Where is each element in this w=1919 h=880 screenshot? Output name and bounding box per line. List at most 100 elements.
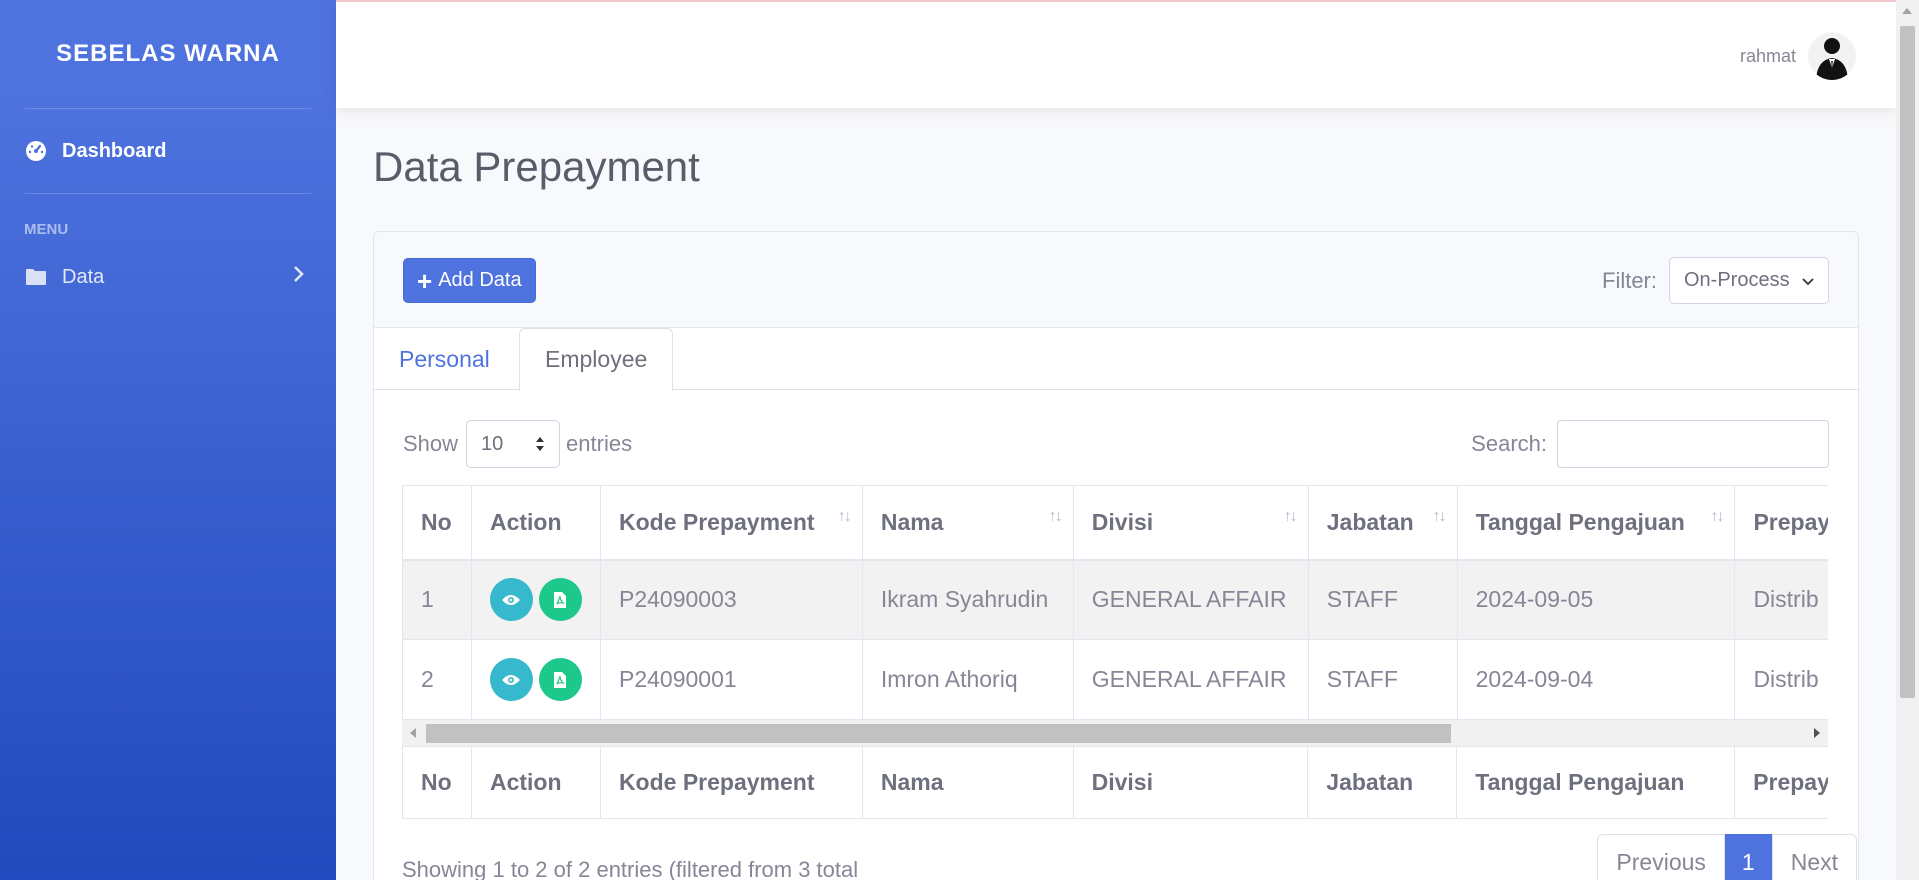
footer-header-divisi: Divisi <box>1072 746 1309 819</box>
next-button[interactable]: Next <box>1771 834 1857 880</box>
cell-kode: P24090001 <box>599 639 863 720</box>
chevron-down-icon <box>1802 269 1814 292</box>
column-header-label: Nama <box>880 508 944 535</box>
cell-nama: Imron Athoriq <box>861 639 1074 720</box>
cell-prepay: Distrib <box>1734 559 1828 640</box>
sidebar-item-label: Dashboard <box>62 139 167 162</box>
pdf-button[interactable] <box>538 658 582 701</box>
scroll-right-arrow-icon[interactable] <box>1814 728 1820 738</box>
column-header-no[interactable]: No <box>402 485 472 561</box>
table-info: Showing 1 to 2 of 2 entries (filtered fr… <box>402 857 859 880</box>
column-header-label: Tanggal Pengajuan <box>1475 508 1685 535</box>
entries-label: entries <box>566 431 633 456</box>
cell-nama: Ikram Syahrudin <box>861 559 1074 640</box>
cell-action <box>470 639 601 720</box>
sort-icon: ↑↓ <box>837 508 852 525</box>
cell-jabatan: STAFF <box>1307 559 1458 640</box>
view-button[interactable] <box>489 658 533 701</box>
file-pdf-icon <box>554 591 567 608</box>
pdf-button[interactable] <box>538 578 582 622</box>
cell-tanggal: 2024-09-04 <box>1456 639 1736 720</box>
prepayment-table: No Action Kode Prepayment ↑↓ Nama ↑↓ Divis… <box>402 485 1828 720</box>
footer-header-jabatan: Jabatan <box>1307 746 1458 819</box>
column-header-kode[interactable]: Kode Prepayment ↑↓ <box>599 485 863 561</box>
view-button[interactable] <box>489 578 533 622</box>
sort-icon: ↑↓ <box>1283 508 1298 525</box>
column-header-label: Divisi <box>1091 508 1154 535</box>
sidebar-heading: MENU <box>24 221 69 238</box>
tachometer-icon <box>24 139 48 163</box>
add-data-button[interactable]: + Add Data <box>403 258 536 303</box>
sidebar-item-dashboard[interactable]: Dashboard <box>0 109 336 193</box>
avatar <box>1808 32 1856 80</box>
footer-header-no: No <box>402 746 472 819</box>
tab-employee[interactable]: Employee <box>519 328 674 391</box>
table-row: 2 P24090001 Imron Athoriq GENERAL AFFAIR… <box>402 639 1828 720</box>
cell-no: 1 <box>402 559 472 640</box>
footer-header-prepay: Prepay <box>1734 746 1828 819</box>
column-header-jabatan[interactable]: Jabatan ↑↓ <box>1307 485 1458 561</box>
search-group: Search: <box>1471 420 1829 468</box>
eye-icon <box>502 594 521 605</box>
user-menu[interactable]: rahmat <box>1740 32 1856 80</box>
column-header-tanggal[interactable]: Tanggal Pengajuan ↑↓ <box>1456 485 1736 561</box>
tab-personal[interactable]: Personal <box>374 328 515 390</box>
sort-icon: ↑↓ <box>1432 508 1447 525</box>
add-data-label: Add Data <box>438 269 522 291</box>
column-header-divisi[interactable]: Divisi ↑↓ <box>1072 485 1309 561</box>
filter-label: Filter: <box>1602 267 1657 293</box>
cell-kode: P24090003 <box>599 559 863 640</box>
column-header-nama[interactable]: Nama ↑↓ <box>861 485 1074 561</box>
scrollbar-thumb[interactable] <box>426 724 1451 743</box>
search-input[interactable] <box>1557 420 1829 468</box>
sort-icon: ↑↓ <box>1048 508 1063 525</box>
scrollbar-thumb[interactable] <box>1900 26 1915 698</box>
cell-no: 2 <box>402 639 472 720</box>
table-header-row: No Action Kode Prepayment ↑↓ Nama ↑↓ Divis… <box>402 485 1828 561</box>
sidebar-item-label: Data <box>62 265 105 288</box>
cell-jabatan: STAFF <box>1307 639 1458 720</box>
previous-button[interactable]: Previous <box>1597 834 1725 880</box>
tab-bar: Personal Employee <box>374 328 1858 391</box>
plus-icon: + <box>417 265 433 296</box>
cell-prepay: Distrib <box>1734 639 1828 720</box>
table-footer-row: No Action Kode Prepayment Nama Divisi Ja… <box>402 746 1828 819</box>
page-title: Data Prepayment <box>373 143 700 190</box>
cell-divisi: GENERAL AFFAIR <box>1072 559 1309 640</box>
vertical-scrollbar[interactable] <box>1896 0 1919 880</box>
search-label: Search: <box>1471 431 1547 456</box>
table-controls: Show 10 entries Search: <box>374 390 1858 490</box>
column-header-action: Action <box>470 485 601 561</box>
chevron-right-icon <box>292 265 304 289</box>
show-label: Show <box>403 431 459 456</box>
column-header-label: Jabatan <box>1326 508 1414 535</box>
footer-header-tanggal: Tanggal Pengajuan <box>1456 746 1736 819</box>
filter-value: On-Process <box>1684 269 1790 291</box>
horizontal-scrollbar[interactable] <box>402 720 1828 746</box>
entries-value: 10 <box>481 432 504 455</box>
topbar: rahmat <box>336 0 1896 108</box>
filter-select[interactable]: On-Process <box>1669 257 1829 304</box>
table-row: 1 P24090003 Ikram Syahrudin GENERAL AFFA… <box>402 559 1828 640</box>
column-header-prepay[interactable]: Prepay <box>1734 485 1828 561</box>
entries-length: Show 10 entries <box>403 420 632 468</box>
footer-header-action: Action <box>470 746 601 819</box>
file-pdf-icon <box>554 671 567 688</box>
page-1-button[interactable]: 1 <box>1724 834 1772 880</box>
folder-icon <box>24 265 48 289</box>
scroll-left-arrow-icon[interactable] <box>410 728 416 738</box>
sidebar-item-data[interactable]: Data <box>0 252 336 302</box>
entries-select[interactable]: 10 <box>466 420 561 468</box>
sort-updown-icon <box>535 436 545 452</box>
eye-icon <box>502 674 521 685</box>
footer-header-nama: Nama <box>861 746 1074 819</box>
sort-icon: ↑↓ <box>1710 508 1724 525</box>
filter-group: Filter: On-Process <box>1602 257 1829 304</box>
brand-title[interactable]: SEBELAS WARNA <box>0 0 336 108</box>
card-header: + Add Data Filter: On-Process <box>374 232 1858 328</box>
cell-divisi: GENERAL AFFAIR <box>1072 639 1309 720</box>
scroll-up-arrow-icon[interactable] <box>1902 8 1912 14</box>
pagination: Previous 1 Next <box>1597 834 1857 880</box>
prepayment-table-footer: No Action Kode Prepayment Nama Divisi Ja… <box>402 746 1828 819</box>
column-header-label: Kode Prepayment <box>618 508 815 535</box>
